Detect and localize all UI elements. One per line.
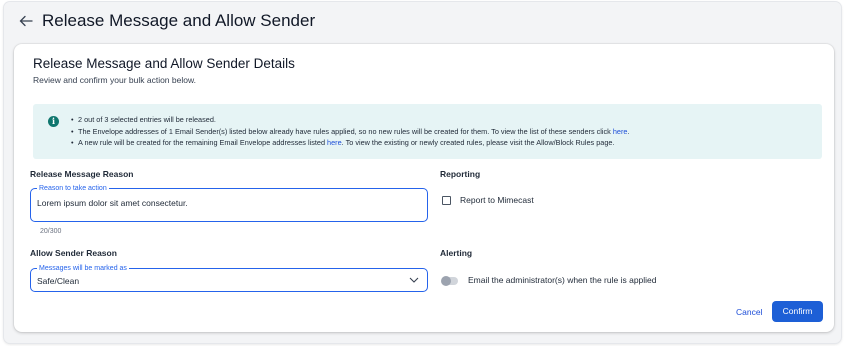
cancel-button[interactable]: Cancel (736, 307, 762, 317)
arrow-left-icon[interactable] (18, 13, 34, 29)
senders-here-link[interactable]: here (613, 127, 628, 136)
info-line: 2 out of 3 selected entries will be rele… (71, 114, 629, 126)
release-reason-value[interactable]: Lorem ipsum dolor sit amet consectetur. (37, 198, 188, 208)
character-counter: 20/300 (40, 228, 62, 235)
release-reason-input[interactable]: Reason to take action Lorem ipsum dolor … (30, 184, 428, 222)
marked-as-legend: Messages will be marked as (37, 264, 129, 273)
marked-as-value: Safe/Clean (37, 276, 80, 286)
report-checkbox[interactable] (442, 196, 451, 205)
release-reason-legend: Reason to take action (37, 184, 109, 193)
toggle-knob (441, 275, 451, 286)
email-admin-toggle-label: Email the administrator(s) when the rule… (468, 275, 657, 285)
reporting-label: Reporting (440, 169, 481, 179)
card-title: Release Message and Allow Sender Details (33, 56, 295, 71)
app-window: Release Message and Allow Sender Release… (4, 2, 841, 343)
confirm-button[interactable]: Confirm (772, 301, 823, 322)
info-list: 2 out of 3 selected entries will be rele… (71, 114, 629, 149)
release-reason-label: Release Message Reason (30, 169, 134, 179)
marked-as-select[interactable]: Messages will be marked as Safe/Clean (30, 264, 428, 292)
card-subtitle: Review and confirm your bulk action belo… (33, 75, 196, 85)
allow-reason-label: Allow Sender Reason (30, 248, 117, 258)
email-admin-toggle[interactable] (441, 275, 458, 286)
page-header: Release Message and Allow Sender (4, 2, 841, 40)
info-banner: i 2 out of 3 selected entries will be re… (33, 104, 822, 159)
info-line: A new rule will be created for the remai… (71, 137, 629, 149)
addresses-here-link[interactable]: here (327, 138, 342, 147)
page-title: Release Message and Allow Sender (42, 11, 316, 30)
alerting-label: Alerting (440, 248, 473, 258)
report-checkbox-label[interactable]: Report to Mimecast (460, 195, 534, 205)
chevron-down-icon[interactable] (409, 277, 419, 283)
info-line: The Envelope addresses of 1 Email Sender… (71, 126, 629, 138)
info-icon: i (48, 116, 59, 127)
